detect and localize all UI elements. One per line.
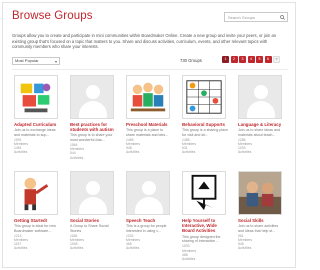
adapted-curriculum-icon[interactable] — [14, 75, 58, 119]
group-meta: 1186 Members 1045 Activities — [70, 234, 85, 251]
page-frame: Browse Groups Search Groups Groups allow… — [2, 2, 296, 268]
group-description: This group is a place to share materials… — [126, 128, 169, 137]
placeholder-avatar-icon[interactable] — [70, 171, 114, 215]
group-description: Join us to share ideas and materials abo… — [238, 128, 280, 137]
search-icon[interactable] — [280, 15, 285, 20]
page-1[interactable]: 1 — [222, 56, 229, 63]
group-card[interactable]: Adapted Curriculum Join us to exchange i… — [14, 75, 61, 154]
group-name[interactable]: Social Skills — [238, 218, 285, 223]
behavioral-supports-icon[interactable] — [182, 75, 226, 119]
group-name[interactable]: Social Stories — [70, 218, 117, 223]
page-title: Browse Groups — [12, 10, 93, 22]
page-6[interactable]: 6 — [264, 56, 272, 63]
placeholder-avatar-icon[interactable] — [238, 75, 282, 119]
group-meta: 1214 Members 1157 Activities — [14, 234, 29, 251]
group-name[interactable]: Behavioral Supports — [182, 122, 229, 127]
divider — [12, 69, 288, 70]
group-card[interactable]: Social Skills Join us to share activitie… — [238, 171, 285, 250]
group-meta: 1003 Members 468 Activities — [182, 244, 197, 261]
chevron-down-icon: ▾ — [54, 59, 57, 64]
group-name[interactable]: Help Yourself to Interactive, Wide Board… — [182, 218, 229, 234]
group-card[interactable]: Best practices for students with autism … — [70, 75, 117, 160]
group-description: This group is to share your most wonderf… — [70, 133, 113, 142]
group-meta: 1458 Members 631 Activities — [182, 138, 197, 155]
group-description: Join us to share activities and ideas th… — [238, 224, 279, 233]
placeholder-avatar-icon[interactable] — [70, 75, 114, 119]
group-meta: 1032 Members 465 Activities — [126, 234, 141, 251]
group-meta: 1591 Members 1451 Activities — [14, 138, 29, 155]
group-name[interactable]: Best practices for students with autism — [70, 122, 117, 132]
group-card[interactable]: Help Yourself to Interactive, Wide Board… — [182, 171, 229, 261]
group-name[interactable]: Getting Started! — [14, 218, 61, 223]
sort-dropdown[interactable]: Most Popular ▾ — [12, 57, 60, 65]
search-input[interactable]: Search Groups — [224, 12, 288, 22]
page-5[interactable]: 5 — [256, 56, 263, 63]
group-description: This group designed the sharing of inter… — [182, 234, 221, 244]
getting-started-icon[interactable] — [14, 171, 58, 215]
group-description: Join us to exchange ideas and materials … — [14, 128, 56, 137]
group-name[interactable]: Preschool Materials — [126, 122, 173, 127]
group-name[interactable]: Adapted Curriculum — [14, 122, 61, 127]
group-description: A Group to Share Social Stories — [70, 224, 109, 233]
group-meta: 1465 Members 948 Activities — [126, 138, 141, 155]
page-3[interactable]: 3 — [239, 56, 246, 63]
group-description: This is a group for people interested in… — [126, 224, 167, 233]
group-count: 730 Groups — [180, 58, 202, 63]
group-name[interactable]: Language & Literacy — [238, 122, 285, 127]
group-card[interactable]: Preschool Materials This group is a plac… — [126, 75, 173, 154]
search-placeholder: Search Groups — [228, 15, 255, 20]
preschool-icon[interactable] — [126, 75, 170, 119]
group-card[interactable]: Speech Teach This is a group for people … — [126, 171, 173, 250]
group-description: This group is ideal for new Boardmaker s… — [14, 224, 56, 233]
group-name[interactable]: Speech Teach — [126, 218, 173, 223]
group-card[interactable]: Getting Started! This group is ideal for… — [14, 171, 61, 250]
interactive-board-icon[interactable] — [182, 171, 226, 215]
group-meta: 1286 Members 1033 Activities — [238, 138, 253, 155]
next-page-button[interactable]: » — [273, 56, 280, 63]
pagination: 1 2 3 4 5 6 » — [222, 56, 280, 63]
group-meta: 1564 Members 544 Activities — [70, 143, 85, 160]
page-2[interactable]: 2 — [230, 56, 238, 63]
group-card[interactable]: Language & Literacy Join us to share ide… — [238, 75, 285, 154]
group-description: This group is a sharing place for visit … — [182, 128, 228, 137]
page-4[interactable]: 4 — [247, 56, 255, 63]
group-card[interactable]: Behavioral Supports This group is a shar… — [182, 75, 229, 154]
intro-text: Groups allow you to create and participa… — [12, 33, 277, 50]
social-skills-photo[interactable] — [238, 171, 282, 215]
placeholder-avatar-icon[interactable] — [126, 171, 170, 215]
sort-selected: Most Popular — [15, 58, 39, 63]
group-meta: 961 Members 545 Activities — [238, 234, 253, 251]
group-card[interactable]: Social Stories A Group to Share Social S… — [70, 171, 117, 250]
